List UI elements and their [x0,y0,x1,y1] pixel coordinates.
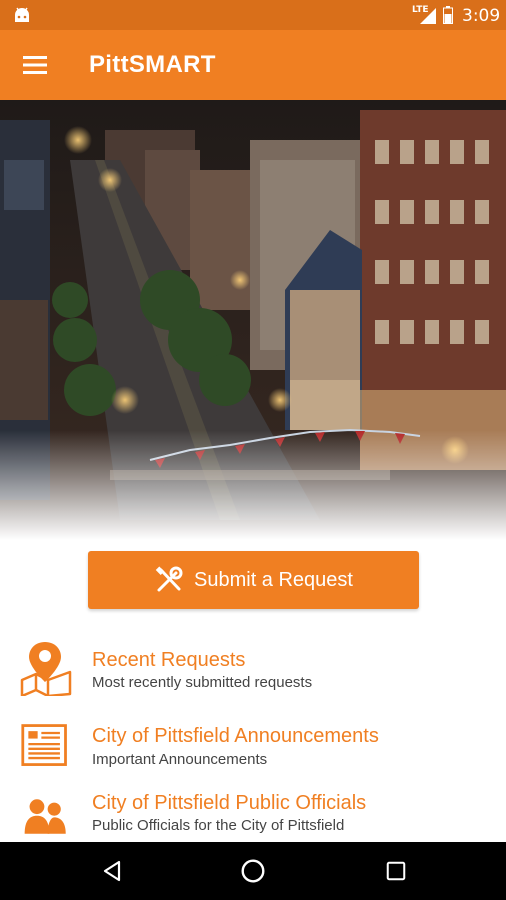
battery-icon [443,6,453,24]
app-bar: PittSMART [0,30,506,100]
map-pin-icon [20,642,72,696]
system-nav-bar [0,842,506,900]
list-item-announcements[interactable]: City of Pittsfield Announcements Importa… [0,716,506,786]
back-button[interactable] [92,851,132,891]
hamburger-menu-icon [23,56,47,74]
downtown-street-night-photo [0,100,506,540]
list-item-recent-requests[interactable]: Recent Requests Most recently submitted … [0,638,506,708]
hamburger-menu-button[interactable] [14,44,56,86]
app-title: PittSMART [89,51,216,78]
submit-request-button[interactable]: Submit a Request [88,551,419,609]
announcements-title: City of Pittsfield Announcements [92,725,379,747]
screen: LTE 3:09 PittSMART Submit a Request Rece… [0,0,506,900]
wrench-screwdriver-icon [155,566,183,592]
people-icon [24,799,66,834]
clock: 3:09 [462,6,501,26]
public-officials-title: City of Pittsfield Public Officials [92,792,367,814]
back-icon [103,860,121,882]
status-bar: LTE 3:09 [0,0,506,30]
recent-requests-title: Recent Requests [92,649,246,671]
recents-icon [386,861,406,881]
android-icon [15,7,29,22]
signal-icon [420,8,436,24]
home-button[interactable] [233,851,273,891]
home-icon [241,859,265,883]
newspaper-icon [21,724,67,766]
recents-button[interactable] [376,851,416,891]
submit-request-label: Submit a Request [194,568,353,591]
public-officials-subtitle: Public Officials for the City of Pittsfi… [92,817,345,834]
recent-requests-subtitle: Most recently submitted requests [92,674,313,691]
hero-image [0,100,506,540]
announcements-subtitle: Important Announcements [92,751,268,768]
